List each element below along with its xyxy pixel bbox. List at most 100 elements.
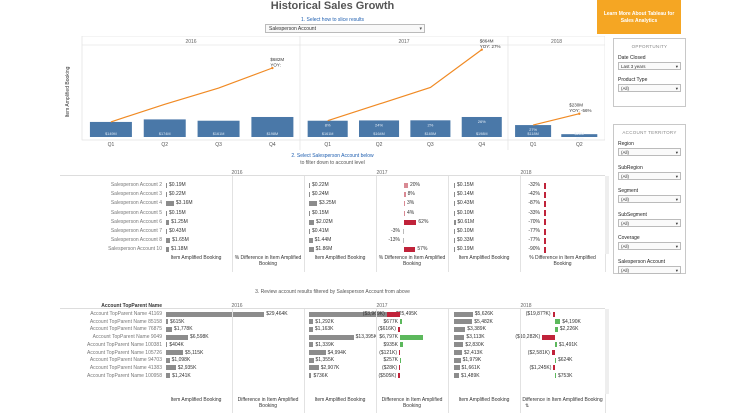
- booking-bar: [166, 247, 169, 253]
- pct-bar: [404, 247, 416, 253]
- bar-value-label: $161M: [213, 132, 225, 136]
- chart-ylabel: Item Amplified Booking: [65, 66, 71, 117]
- table-row[interactable]: Account TopParent Name 100381 $404K $1,339…: [60, 341, 605, 349]
- table-row[interactable]: Account TopParent Name 94703 $1,098K $1,35…: [60, 356, 605, 364]
- booking-value: $615K: [170, 318, 185, 325]
- pct-value: -77%: [528, 228, 540, 234]
- bar-pct-label: 8%: [325, 123, 331, 128]
- table-row[interactable]: Account TopParent Name 85158 $615K $1,292K…: [60, 318, 605, 326]
- pct-bar: [403, 238, 404, 244]
- diff-value: $257K: [383, 357, 398, 364]
- booking-bar: [309, 326, 313, 332]
- bar-value-label: $198M: [476, 132, 488, 136]
- subsegment-filter-dropdown[interactable]: (All) ▾: [618, 218, 681, 227]
- slice-dropdown[interactable]: Salesperson Account ▾: [265, 24, 425, 33]
- diff-bar: [555, 373, 556, 379]
- subregion-filter-value: (All): [621, 173, 629, 179]
- booking-value: $0.41M: [312, 228, 329, 234]
- quarter-label: Q2: [161, 142, 168, 148]
- column-header[interactable]: Difference in Item Amplified Booking: [376, 397, 448, 409]
- account-name: Salesperson Account 6: [110, 218, 162, 225]
- table-scrollbar[interactable]: [605, 176, 609, 254]
- sort-icon[interactable]: ⇅: [525, 403, 529, 409]
- column-header[interactable]: Difference in Item Amplified Booking: [520, 397, 605, 403]
- column-header[interactable]: Item Amplified Booking: [448, 397, 520, 403]
- subregion-filter-dropdown[interactable]: (All) ▾: [618, 171, 681, 180]
- booking-value: $1,241K: [172, 372, 191, 379]
- table-row[interactable]: Account TopParent Name 41169 $29,464K $25,…: [60, 310, 605, 318]
- table-row[interactable]: Salesperson Account 5 $0.15M $0.15M 4% $0.10…: [60, 209, 605, 218]
- booking-bar: [454, 201, 456, 207]
- diff-bar: [555, 342, 557, 348]
- date-closed-filter-dropdown[interactable]: Last 3 years ▾: [618, 62, 681, 70]
- column-header[interactable]: Item Amplified Booking: [304, 255, 376, 261]
- table-row[interactable]: Salesperson Account 3 $0.22M $0.24M 8% $0.14…: [60, 190, 605, 199]
- column-header[interactable]: Difference in Item Amplified Booking: [232, 397, 304, 409]
- column-header[interactable]: % Difference in Item Amplified Booking: [520, 255, 605, 267]
- callout-value: $230M: [569, 103, 583, 108]
- booking-bar: [454, 311, 473, 317]
- bar-value-label: $165M: [425, 132, 437, 136]
- booking-bar: [454, 334, 465, 340]
- column-header[interactable]: % Difference in Item Amplified Booking: [232, 255, 304, 267]
- chevron-down-icon: ▾: [419, 26, 422, 32]
- learn-more-line2: Sales Analytics: [620, 18, 658, 24]
- segment-filter-dropdown[interactable]: (All) ▾: [618, 195, 681, 203]
- table-scrollbar[interactable]: [605, 309, 609, 394]
- table-row[interactable]: Account TopParent Name 76875 $1,778K $1,16…: [60, 325, 605, 333]
- table-year-header: 2016: [231, 170, 243, 176]
- booking-bar: [454, 219, 456, 225]
- region-filter-dropdown[interactable]: (All) ▾: [618, 148, 681, 156]
- booking-value: $0.24M: [312, 191, 329, 198]
- booking-bar: [166, 201, 174, 207]
- booking-bar: [309, 373, 312, 379]
- pct-bar: [544, 228, 546, 235]
- date-closed-filter-label: Date Closed: [618, 55, 646, 61]
- booking-value: $1,355K: [315, 357, 335, 364]
- booking-bar: [454, 210, 455, 216]
- table-row[interactable]: Account TopParent Name 41383 $2,935K $2,90…: [60, 364, 605, 372]
- table-row[interactable]: Salesperson Account 2 $0.19M $0.22M 20% $0.1…: [60, 181, 605, 190]
- pct-bar: [544, 200, 546, 207]
- account-name: Account TopParent Name 105726: [87, 349, 162, 356]
- booking-bar: [166, 238, 171, 244]
- account-territory-filter-panel: ACCOUNT TERRITORY Region (All) ▾ SubRegion(…: [613, 124, 686, 274]
- bar-pct-label: 27%: [529, 127, 537, 132]
- table-row[interactable]: Salesperson Account 6 $1.25M $2.02M 62% $0.6…: [60, 218, 605, 227]
- coverage-filter-dropdown[interactable]: (All) ▾: [618, 242, 681, 250]
- table-row[interactable]: Salesperson Account 10 $1.18M $1.86M 57% $0.…: [60, 245, 605, 254]
- column-header[interactable]: Item Amplified Booking: [304, 397, 376, 403]
- booking-value: $1,489K: [460, 372, 480, 379]
- diff-value: $624K: [558, 357, 573, 364]
- booking-value: $2,413K: [464, 349, 483, 356]
- booking-bar: [454, 319, 473, 325]
- pct-bar: [404, 210, 405, 216]
- bar-value-label: $161M: [322, 132, 334, 136]
- product-type-filter-label: Product Type: [618, 77, 648, 83]
- table-row[interactable]: Account TopParent Name 100958 $1,241K $736…: [60, 372, 605, 380]
- column-header[interactable]: Item Amplified Booking: [160, 255, 232, 261]
- diff-value: $677K: [383, 318, 398, 325]
- quarter-label: Q3: [427, 142, 434, 148]
- table-row[interactable]: Salesperson Account 7 $0.43M $0.41M -3% $0.1…: [60, 227, 605, 236]
- table-row[interactable]: Account TopParent Name 105726 $5,115K $4,9…: [60, 349, 605, 357]
- diff-value: ($10,282K): [515, 334, 541, 341]
- product-type-filter-dropdown[interactable]: (All) ▾: [618, 84, 681, 92]
- booking-bar: [166, 319, 169, 325]
- column-header[interactable]: % Difference in Item Amplified Booking: [376, 255, 448, 267]
- table-row[interactable]: Salesperson Account 4 $3.16M $3.25M 3% $0.43…: [60, 199, 605, 208]
- region-filter-value: (All): [621, 150, 629, 155]
- salesperson-account-filter-dropdown[interactable]: (All) ▾: [618, 265, 681, 274]
- diff-value: ($28K): [381, 364, 397, 371]
- column-header[interactable]: Item Amplified Booking: [448, 255, 520, 261]
- booking-value: $6,598K: [189, 334, 209, 341]
- learn-more-button[interactable]: Learn More About Tableau for Sales Analy…: [597, 0, 681, 34]
- salesperson-account-filter-label: Salesperson Account: [618, 258, 665, 265]
- table-row[interactable]: Account TopParent Name 9049 $6,598K $13,39…: [60, 333, 605, 341]
- column-header[interactable]: Item Amplified Booking: [160, 397, 232, 403]
- booking-value: $2,907K: [320, 364, 340, 371]
- diff-value: ($505K): [378, 372, 397, 379]
- table-row[interactable]: Salesperson Account 8 $1.65M $1.44M -13% $0.…: [60, 236, 605, 245]
- booking-bar: [309, 183, 310, 188]
- booking-value: $1,163K: [314, 326, 334, 333]
